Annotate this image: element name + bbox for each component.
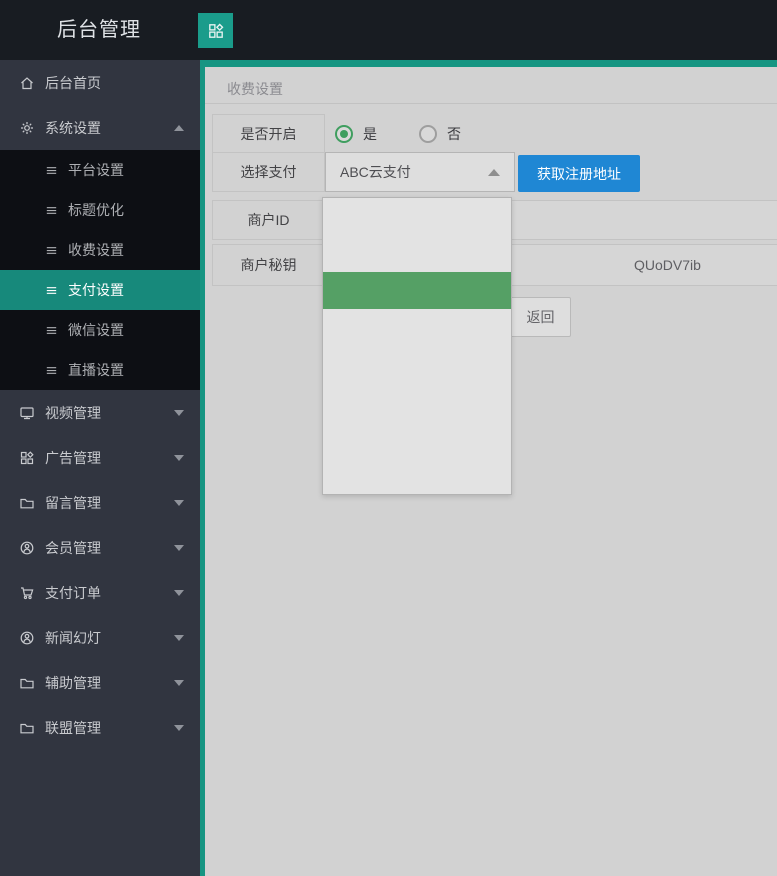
chevron-icon <box>174 409 184 416</box>
chevron-icon <box>174 679 184 686</box>
enable-label: 是否开启 <box>212 114 325 153</box>
chevron-icon <box>174 544 184 551</box>
get-register-url-button[interactable]: 获取注册地址 <box>518 155 640 192</box>
sidebar-item-icon <box>19 540 35 556</box>
enable-radio-group: 是 否 <box>335 114 493 153</box>
menu-lines-icon <box>44 363 59 378</box>
title-divider <box>205 103 777 104</box>
dropdown-option[interactable] <box>323 383 511 420</box>
sidebar-subitem-label: 直播设置 <box>68 362 124 378</box>
menu-lines-icon <box>44 283 59 298</box>
chevron-icon <box>174 124 184 131</box>
top-header: 后台管理 <box>0 0 777 60</box>
sidebar-item-label: 后台首页 <box>45 74 101 91</box>
sidebar-item[interactable]: 广告管理 <box>0 435 200 480</box>
select-payment-label: 选择支付 <box>212 152 325 192</box>
sidebar-subitem[interactable]: 收费设置 <box>0 230 200 270</box>
grid-icon <box>207 22 225 40</box>
sidebar-item-label: 会员管理 <box>45 539 101 556</box>
sidebar-item[interactable]: 联盟管理 <box>0 705 200 750</box>
sidebar-item-icon <box>19 495 35 511</box>
sidebar-item[interactable]: 视频管理 <box>0 390 200 435</box>
sidebar-item-icon <box>19 585 35 601</box>
chevron-icon <box>174 454 184 461</box>
sidebar-subitem-label: 平台设置 <box>68 162 124 178</box>
sidebar-item-icon <box>19 720 35 736</box>
chevron-icon <box>174 589 184 596</box>
dropdown-option[interactable] <box>323 420 511 457</box>
app-title: 后台管理 <box>57 19 141 41</box>
submenu-system-settings: 平台设置 标题优化 收费设置 支付设置 微信设置 直播设置 <box>0 150 200 390</box>
dropdown-option[interactable] <box>323 235 511 272</box>
sidebar-subitem-label: 标题优化 <box>68 202 124 218</box>
sidebar-item-label: 视频管理 <box>45 404 101 421</box>
sidebar-subitem[interactable]: 标题优化 <box>0 190 200 230</box>
sidebar-item[interactable]: 新闻幻灯 <box>0 615 200 660</box>
sidebar-subitem[interactable]: 微信设置 <box>0 310 200 350</box>
sidebar-item-label: 联盟管理 <box>45 719 101 736</box>
sidebar-item[interactable]: 系统设置 <box>0 105 200 150</box>
chevron-icon <box>174 724 184 731</box>
sidebar-item-label: 广告管理 <box>45 449 101 466</box>
sidebar-item-icon <box>19 630 35 646</box>
dropdown-option[interactable] <box>323 309 511 346</box>
sidebar-item-label: 新闻幻灯 <box>45 629 101 646</box>
radio-yes[interactable] <box>335 124 353 143</box>
radio-yes-label: 是 <box>363 125 377 142</box>
admin-screen: 后台管理 后台首页 系统设置 平台设置 标题优化 收费设置 支付设置 微信设置 … <box>0 0 777 876</box>
menu-lines-icon <box>44 323 59 338</box>
sidebar-subitem-label: 微信设置 <box>68 322 124 338</box>
main-content: 收费设置 是否开启 是 否 选择支付 ABC云支付 获取注册地址 商户ID 商户… <box>200 60 777 876</box>
dropdown-option[interactable] <box>323 457 511 494</box>
page-title: 收费设置 <box>227 81 283 97</box>
sidebar-item-label: 留言管理 <box>45 494 101 511</box>
sidebar-item-icon <box>19 75 35 91</box>
merchant-key-value: QUoDV7ib <box>634 257 701 273</box>
chevron-up-icon <box>488 168 500 176</box>
sidebar-subitem[interactable]: 支付设置 <box>0 270 200 310</box>
back-button[interactable]: 返回 <box>510 297 571 337</box>
sidebar-subitem-label: 收费设置 <box>68 242 124 258</box>
sidebar-item[interactable]: 留言管理 <box>0 480 200 525</box>
chevron-icon <box>174 499 184 506</box>
sidebar-item-label: 系统设置 <box>45 119 101 136</box>
payment-select[interactable]: ABC云支付 <box>325 152 515 192</box>
chevron-icon <box>174 634 184 641</box>
sidebar-subitem[interactable]: 直播设置 <box>0 350 200 390</box>
sidebar-nav-bottom: 视频管理 广告管理 留言管理 会员管理 支付订单 新闻幻灯 辅助管理 联盟管理 <box>0 390 200 750</box>
sidebar-subitem-label: 支付设置 <box>68 282 124 298</box>
merchant-id-label: 商户ID <box>212 200 325 240</box>
dropdown-option[interactable] <box>323 272 511 309</box>
sidebar-item-icon <box>19 450 35 466</box>
dropdown-option[interactable] <box>323 198 511 235</box>
sidebar-item[interactable]: 后台首页 <box>0 60 200 105</box>
sidebar-item[interactable]: 辅助管理 <box>0 660 200 705</box>
menu-lines-icon <box>44 163 59 178</box>
sidebar: 后台首页 系统设置 平台设置 标题优化 收费设置 支付设置 微信设置 直播设置 … <box>0 60 200 876</box>
sidebar-item-label: 辅助管理 <box>45 674 101 691</box>
sidebar-nav-top: 后台首页 系统设置 <box>0 60 200 150</box>
radio-no-label: 否 <box>447 125 461 142</box>
sidebar-subitem[interactable]: 平台设置 <box>0 150 200 190</box>
sidebar-item[interactable]: 会员管理 <box>0 525 200 570</box>
payment-dropdown <box>322 197 512 495</box>
menu-lines-icon <box>44 203 59 218</box>
dropdown-option[interactable] <box>323 346 511 383</box>
sidebar-item[interactable]: 支付订单 <box>0 570 200 615</box>
merchant-key-label: 商户秘钥 <box>212 244 325 286</box>
sidebar-item-label: 支付订单 <box>45 584 101 601</box>
menu-lines-icon <box>44 243 59 258</box>
apps-button[interactable] <box>198 13 233 48</box>
payment-select-value: ABC云支付 <box>340 164 411 180</box>
sidebar-item-icon <box>19 120 35 136</box>
radio-no[interactable] <box>419 124 437 143</box>
sidebar-item-icon <box>19 405 35 421</box>
sidebar-item-icon <box>19 675 35 691</box>
